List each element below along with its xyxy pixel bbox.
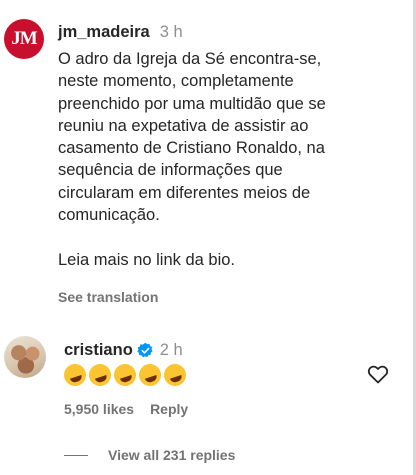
view-replies-button[interactable]: View all 231 replies xyxy=(64,447,235,463)
laughing-emoji xyxy=(136,361,164,389)
comment2-emojis xyxy=(61,361,189,389)
comment1-header: jm_madeira 3 h xyxy=(58,22,183,42)
avatar-logo-text: JM xyxy=(11,28,37,49)
laughing-emoji xyxy=(111,361,139,389)
view-replies-label: View all 231 replies xyxy=(108,447,236,463)
laughing-emoji xyxy=(161,361,189,389)
heart-icon[interactable] xyxy=(366,362,390,386)
reply-button[interactable]: Reply xyxy=(150,401,188,417)
comment1-time: 3 h xyxy=(159,23,183,41)
see-translation-link[interactable]: See translation xyxy=(58,289,158,305)
comment1-username[interactable]: jm_madeira xyxy=(58,23,150,41)
verified-badge-icon xyxy=(137,342,153,357)
comment2-username[interactable]: cristiano xyxy=(64,340,133,360)
avatar-jm-madeira[interactable]: JM xyxy=(4,19,44,59)
laughing-emoji xyxy=(61,361,89,389)
comment2-time: 2 h xyxy=(159,341,183,359)
avatar-cristiano[interactable] xyxy=(4,336,46,378)
comment2-meta: 5,950 likes Reply xyxy=(64,401,188,417)
replies-divider xyxy=(64,454,88,456)
comment1-text: O adro da Igreja da Sé encontra-se, nest… xyxy=(58,50,326,269)
likes-count[interactable]: 5,950 likes xyxy=(64,401,134,417)
laughing-emoji xyxy=(86,361,114,389)
comment2-header: cristiano 2 h xyxy=(64,340,183,360)
